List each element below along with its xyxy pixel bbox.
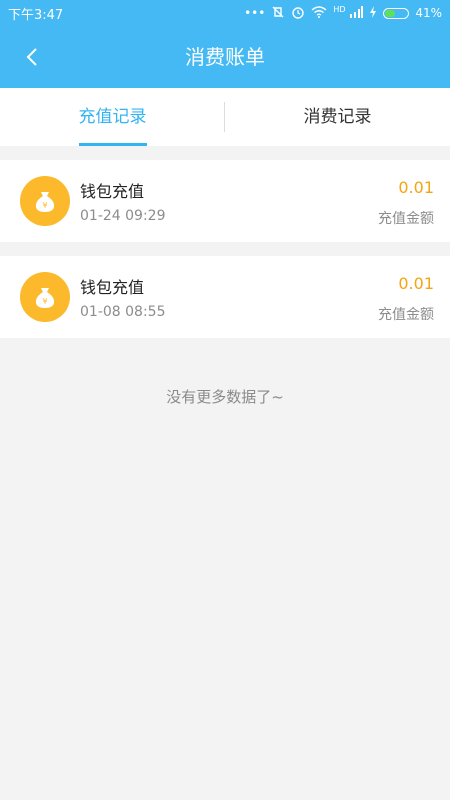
svg-text:¥: ¥ [42,297,47,306]
tab-consumption-records[interactable]: 消费记录 [225,88,450,146]
tab-recharge-records[interactable]: 充值记录 [0,88,225,146]
list-item[interactable]: ¥ 钱包充值 01-24 09:29 0.01 充值金额 [0,160,450,242]
record-time: 01-08 08:55 [80,304,166,320]
page-title: 消费账单 [185,45,265,69]
record-amount: 0.01 [398,274,434,293]
svg-text:¥: ¥ [42,201,47,210]
no-more-data-text: 没有更多数据了~ [166,388,284,406]
network-label: HD [333,5,346,14]
tab-bar: 充值记录 消费记录 [0,88,450,146]
status-icons: ••• HD 41% [244,5,442,21]
vibrate-off-icon [271,5,285,21]
alarm-icon [291,5,305,21]
record-time: 01-24 09:29 [80,208,166,224]
record-amount: 0.01 [398,178,434,197]
tab-label: 充值记录 [78,107,147,127]
battery-icon [383,7,410,19]
battery-percent: 41% [415,6,442,20]
charging-icon [369,6,377,20]
record-title: 钱包充值 [80,278,145,297]
status-bar: 下午3:47 ••• HD 41% [0,0,450,26]
header: 消费账单 [0,26,450,88]
wifi-icon [311,6,327,20]
record-type: 充值金额 [378,307,434,323]
record-type: 充值金额 [378,211,434,227]
money-bag-icon: ¥ [20,176,70,226]
more-dots-icon: ••• [244,6,266,20]
record-title: 钱包充值 [80,182,145,201]
signal-icon: HD [333,5,364,20]
tab-indicator [78,143,147,146]
tab-divider [224,102,225,132]
tab-label: 消费记录 [303,107,372,127]
list-item[interactable]: ¥ 钱包充值 01-08 08:55 0.01 充值金额 [0,256,450,338]
status-time: 下午3:47 [8,7,64,23]
money-bag-icon: ¥ [20,272,70,322]
